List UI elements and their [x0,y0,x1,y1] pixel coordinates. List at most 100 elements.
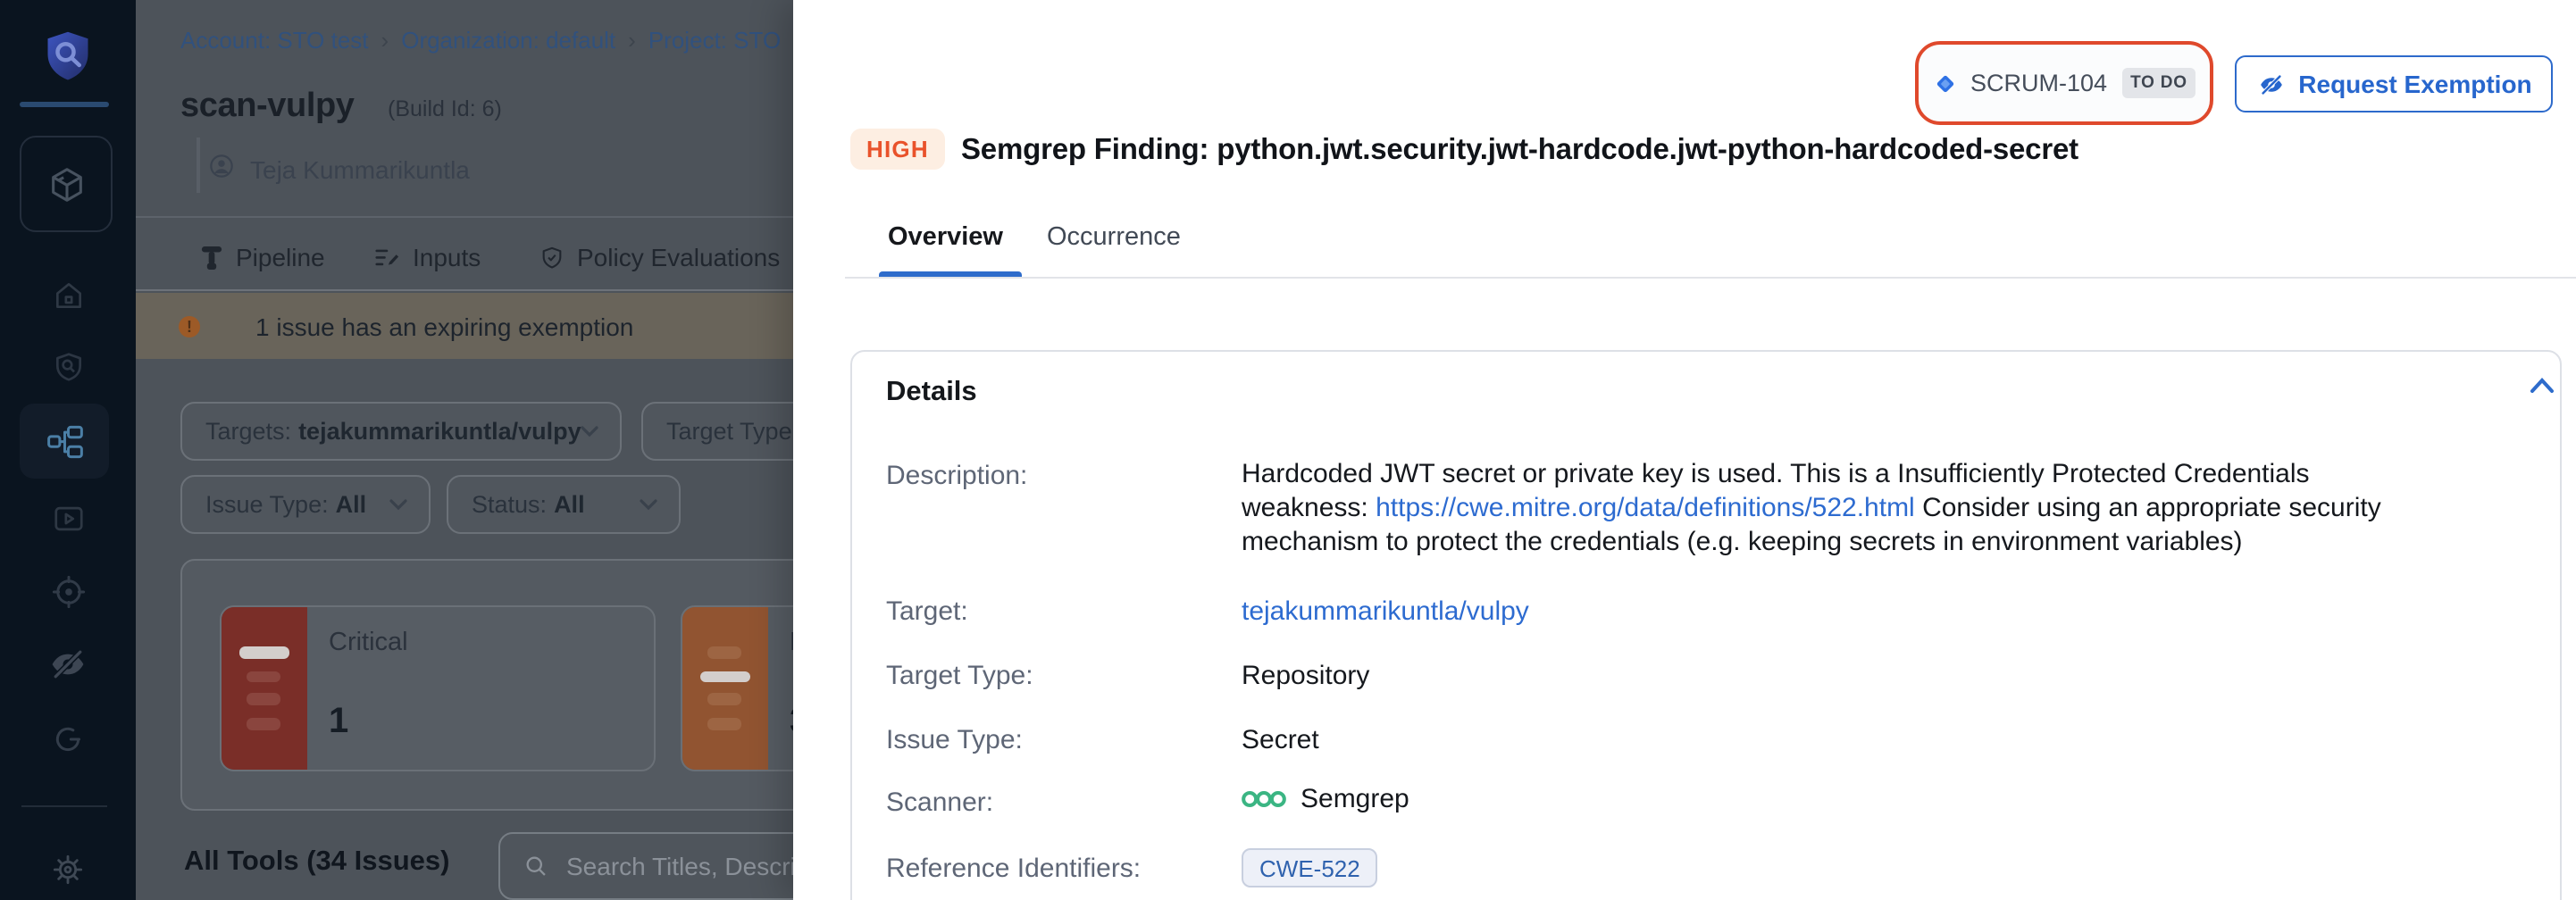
details-card [850,350,2562,900]
gear-icon [50,852,86,888]
target-crosshair-icon [49,572,87,610]
severity-card-critical[interactable]: Critical 1 [220,605,656,771]
severity-bar [700,671,750,682]
target-type-value: Repository [1242,661,1369,691]
issue-type-label: Issue Type: [886,725,1023,755]
build-id-label: (Build Id: 6) [388,96,502,121]
severity-bar [707,646,741,658]
cwe-522-chip[interactable]: CWE-522 [1242,848,1378,888]
issue-type-value: Secret [1242,725,1319,755]
pipeline-tab-icon [200,244,223,271]
severity-bar [247,671,280,682]
severity-card-label: Critical [329,629,408,657]
home-icon [51,278,85,312]
severity-bar [707,693,741,704]
critical-severity-strip [222,607,307,770]
jira-ticket-annotation-highlight: SCRUM-104 TO DO [1915,41,2213,125]
tab-pipeline[interactable]: Pipeline [200,243,325,271]
description-label: Description: [886,461,1027,491]
shield-scan-icon [51,349,85,383]
user-avatar-icon [209,154,234,179]
collapse-section-button[interactable] [2530,377,2555,395]
tab-policy-evaluations-label: Policy Evaluations [577,243,780,271]
filter-targets-label: Targets: [205,418,291,445]
active-tab-underline [879,271,1022,277]
filter-issue-type-dropdown[interactable]: Issue Type: All [180,475,431,534]
reference-identifier-chip-wrap: CWE-522 [1242,848,1378,888]
request-exemption-button[interactable]: Request Exemption [2235,55,2553,112]
sidebar-divider [20,102,109,107]
play-rectangle-icon [51,501,85,535]
header-vertical-divider [197,138,199,193]
description-value: Hardcoded JWT secret or private key is u… [1242,457,2406,559]
filter-issue-type-value: All [336,491,367,518]
eye-off-icon [48,645,88,684]
warning-banner-message: 1 issue has an expiring exemption [255,312,633,340]
breadcrumb: Account: STO test › Organization: defaul… [180,27,781,54]
left-nav-sidebar [0,0,136,900]
breadcrumb-separator: › [628,27,636,54]
filter-targets-value: tejakummarikuntla/vulpy [298,418,581,445]
tab-pipeline-label: Pipeline [236,243,325,271]
all-tools-heading: All Tools (34 Issues) [184,846,449,879]
severity-card-count: 1 [329,702,348,743]
semgrep-logo-icon [1242,788,1286,811]
cube-icon [46,163,87,204]
sidebar-item-executions[interactable] [23,488,113,548]
jira-ticket-key: SCRUM-104 [1970,70,2107,96]
target-label: Target: [886,596,968,627]
chevron-down-icon [389,498,407,511]
tab-occurrence[interactable]: Occurrence [1047,223,1181,252]
issue-title: Semgrep Finding: python.jwt.security.jwt… [961,134,2078,168]
sidebar-item-home[interactable] [23,264,113,325]
jira-ticket-chip[interactable]: SCRUM-104 [1935,70,2107,96]
triggered-by-user: Teja Kummarikuntla [250,155,470,184]
policy-shield-icon [539,244,565,271]
jira-status-badge: TO DO [2121,68,2196,98]
tab-inputs[interactable]: Inputs [373,243,481,271]
breadcrumb-account[interactable]: Account: STO test [180,27,369,54]
sidebar-item-scans[interactable] [23,336,113,396]
warning-circle-icon: ! [179,315,200,337]
request-exemption-label: Request Exemption [2298,70,2531,98]
tab-overview[interactable]: Overview [888,223,1003,252]
breadcrumb-project[interactable]: Project: STO [648,27,781,54]
scanner-label: Scanner: [886,788,993,818]
cwe-definition-link[interactable]: https://cwe.mitre.org/data/definitions/5… [1376,493,1915,523]
chevron-up-icon [2530,377,2555,395]
sidebar-item-get-started[interactable] [23,709,113,770]
scanner-value: Semgrep [1242,784,1409,814]
filter-target-type-label: Target Type: [666,418,799,445]
sidebar-item-exemptions[interactable] [23,634,113,695]
filter-status-label: Status: [472,491,547,518]
severity-bar [239,646,289,658]
target-type-label: Target Type: [886,661,1033,691]
sidebar-item-targets[interactable] [23,561,113,621]
tab-policy-evaluations[interactable]: Policy Evaluations [539,243,780,271]
power-gauge-icon [50,721,86,757]
severity-high-badge: HIGH [850,129,945,170]
scanner-name: Semgrep [1301,784,1409,814]
sidebar-divider-bottom [21,805,107,807]
filter-status-dropdown[interactable]: Status: All [447,475,681,534]
shield-search-logo-icon [41,29,95,82]
severity-bar [707,718,741,729]
search-icon [523,854,548,879]
sto-module-logo[interactable] [41,29,95,82]
app-root: Account: STO test › Organization: defaul… [0,0,2576,900]
page-title: scan-vulpy [180,88,355,127]
eye-off-icon [2255,71,2286,97]
tabs-divider [845,277,2576,279]
details-heading: Details [886,377,977,409]
filter-targets-dropdown[interactable]: Targets: tejakummarikuntla/vulpy [180,402,622,461]
issue-detail-drawer: SCRUM-104 TO DO Request Exemption HIGH S… [793,0,2576,900]
severity-bar [247,718,280,729]
pipeline-flow-icon [46,422,83,460]
filter-status-value: All [554,491,585,518]
sidebar-item-pipelines-active[interactable] [20,404,109,479]
sidebar-item-settings[interactable] [23,839,113,900]
breadcrumb-organization[interactable]: Organization: default [401,27,615,54]
target-value-link[interactable]: tejakummarikuntla/vulpy [1242,596,1529,627]
chevron-down-icon [640,498,657,511]
sidebar-module-selector[interactable] [20,136,113,232]
